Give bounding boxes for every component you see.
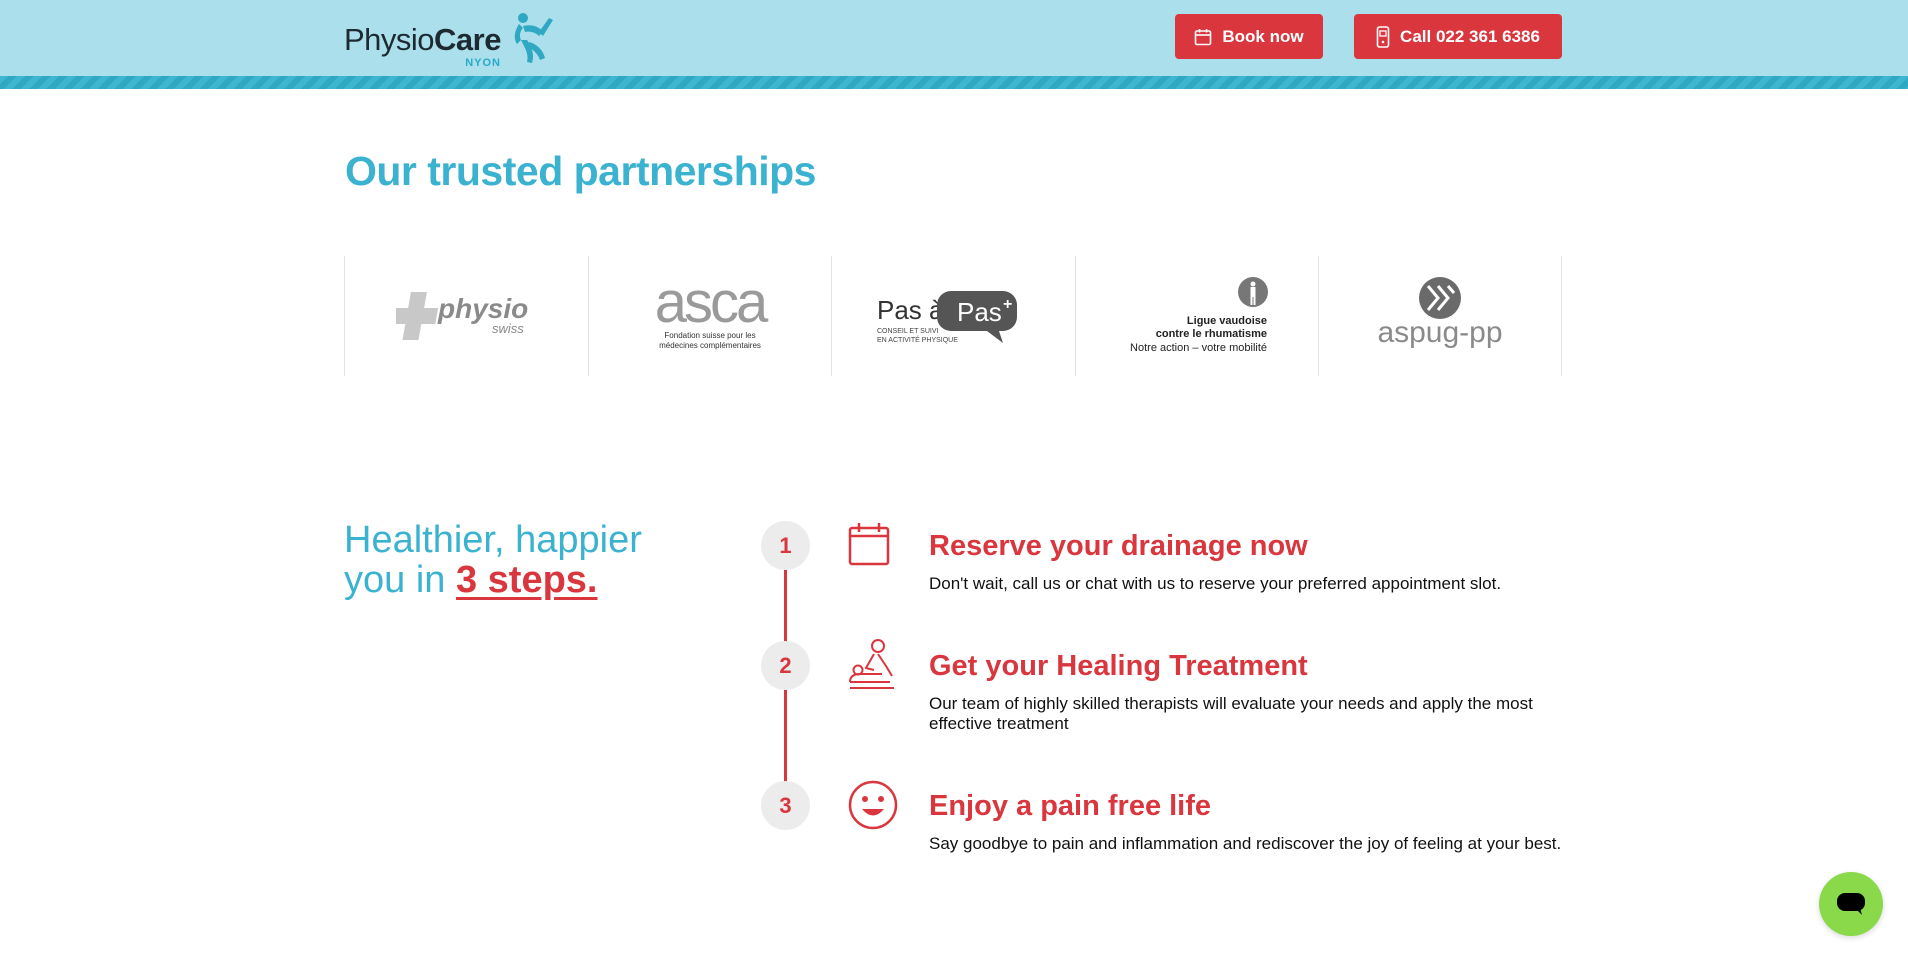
ligue-line-3: Notre action – votre mobilité — [1130, 342, 1267, 354]
physioswiss-sub: swiss — [492, 321, 524, 336]
logo-sub: NYON — [465, 57, 501, 69]
step-3-title: Enjoy a pain free life — [929, 790, 1212, 822]
pas-sub-1: CONSEIL ET SUIVI — [877, 328, 939, 335]
pas-plus: + — [1003, 296, 1012, 313]
steps-title: Healthier, happier you in 3 steps. — [344, 520, 642, 600]
pas-badge: Pas — [957, 297, 1002, 327]
gymnast-logo-icon — [514, 13, 553, 63]
partners-title: Our trusted partnerships — [345, 148, 816, 194]
steps-title-pre: you in — [344, 559, 456, 601]
logo-light: Physio — [344, 22, 435, 57]
asca-sub-1: Fondation suisse pour les — [664, 331, 755, 340]
step-2-desc: Our team of highly skilled therapists wi… — [929, 694, 1533, 733]
chat-bubble-icon — [1837, 893, 1865, 915]
ligue-vaudoise-logo: Ligue vaudoise contre le rhumatisme Notr… — [1130, 277, 1269, 354]
smiley-icon — [848, 780, 898, 830]
partner-aspug-pp[interactable]: aspug-pp — [1318, 256, 1562, 376]
step-3-number: 3 — [761, 781, 810, 830]
call-button[interactable]: Call 022 361 6386 — [1354, 14, 1562, 59]
partner-pas-a-pas[interactable]: Pas à Pas + CONSEIL ET SUIVI EN ACTIVITÉ… — [831, 256, 1075, 376]
steps-title-emphasis: 3 steps. — [455, 559, 598, 601]
partner-physioswiss[interactable]: physio swiss — [344, 256, 588, 376]
pas-a-pas-logo: Pas à Pas + CONSEIL ET SUIVI EN ACTIVITÉ… — [877, 291, 1018, 344]
chat-button[interactable] — [1819, 872, 1883, 936]
pas-sub-2: EN ACTIVITÉ PHYSIQUE — [877, 335, 958, 344]
aspug-name: aspug-pp — [1378, 316, 1503, 349]
asca-name: asca — [655, 276, 769, 335]
partner-logos: physio swiss asca Fondation suisse pour … — [344, 256, 1562, 376]
logo-wordmark: PhysioCare NYON — [344, 22, 501, 69]
massage-icon — [849, 639, 894, 689]
book-now-button[interactable]: Book now — [1175, 14, 1323, 59]
step-2-number: 2 — [761, 641, 810, 690]
ligue-line-1: Ligue vaudoise — [1187, 315, 1267, 327]
call-label: Call 022 361 6386 — [1400, 26, 1540, 46]
logo-bold: Care — [434, 22, 501, 57]
step-1-title: Reserve your drainage now — [929, 530, 1308, 562]
steps-title-line-1: Healthier, happier — [344, 519, 642, 561]
step-1-number: 1 — [761, 521, 810, 570]
physioswiss-logo: physio swiss — [396, 292, 529, 340]
calendar-icon — [848, 523, 890, 566]
partner-asca[interactable]: asca Fondation suisse pour les médecines… — [587, 256, 832, 376]
asca-logo: asca Fondation suisse pour les médecines… — [655, 276, 772, 350]
step-1-desc: Don't wait, call us or chat with us to r… — [929, 574, 1502, 593]
pas-a-name: Pas à — [877, 295, 944, 325]
steps-title-line-2: you in 3 steps. — [344, 560, 642, 600]
calendar-icon — [1195, 28, 1212, 45]
step-2-title: Get your Healing Treatment — [929, 650, 1308, 682]
site-header: PhysioCare NYON Book now Call 022 361 63… — [0, 0, 1908, 76]
step-3-desc: Say goodbye to pain and inflammation and… — [929, 834, 1562, 853]
physioswiss-name: physio — [437, 293, 528, 324]
asca-sub-2: médecines complémentaires — [659, 341, 761, 350]
ligue-line-2: contre le rhumatisme — [1156, 328, 1267, 340]
logo[interactable]: PhysioCare NYON — [344, 10, 555, 70]
aspug-pp-logo: aspug-pp — [1378, 277, 1503, 349]
phone-icon — [1376, 25, 1390, 48]
partner-ligue-vaudoise[interactable]: Ligue vaudoise contre le rhumatisme Notr… — [1074, 256, 1319, 376]
header-stripe — [0, 76, 1908, 89]
book-now-label: Book now — [1222, 26, 1304, 46]
